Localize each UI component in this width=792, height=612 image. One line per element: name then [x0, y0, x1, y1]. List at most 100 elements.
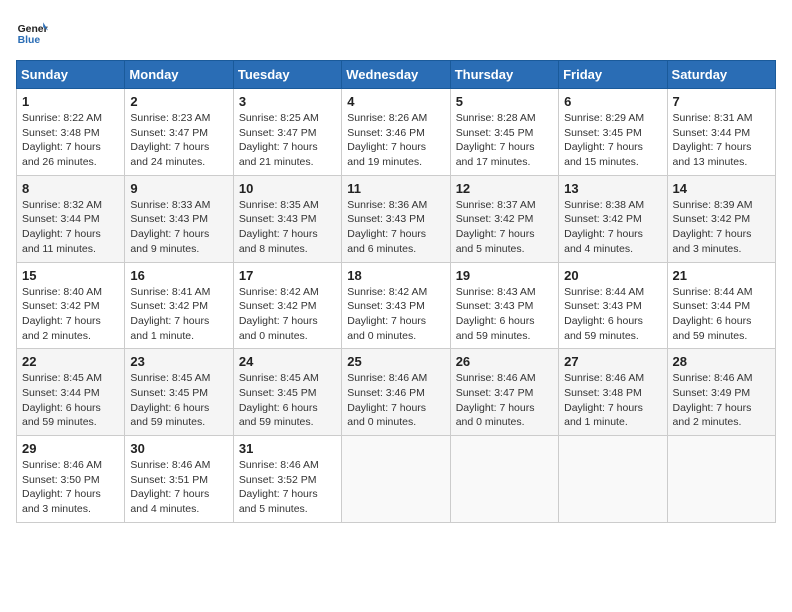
- day-info: Sunrise: 8:33 AM Sunset: 3:43 PM Dayligh…: [130, 198, 227, 257]
- page-header: General Blue: [16, 16, 776, 48]
- calendar-day-cell: 20 Sunrise: 8:44 AM Sunset: 3:43 PM Dayli…: [559, 262, 667, 349]
- day-info: Sunrise: 8:25 AM Sunset: 3:47 PM Dayligh…: [239, 111, 336, 170]
- calendar-header-friday: Friday: [559, 61, 667, 89]
- calendar-day-cell: [450, 436, 558, 523]
- calendar-header-row: SundayMondayTuesdayWednesdayThursdayFrid…: [17, 61, 776, 89]
- day-number: 5: [456, 94, 553, 109]
- calendar-day-cell: 26Sunrise: 8:46 AM Sunset: 3:47 PM Dayli…: [450, 349, 558, 436]
- calendar-day-cell: 14Sunrise: 8:39 AM Sunset: 3:42 PM Dayli…: [667, 175, 775, 262]
- calendar-header-sunday: Sunday: [17, 61, 125, 89]
- calendar-day-cell: 17 Sunrise: 8:42 AM Sunset: 3:42 PM Dayli…: [233, 262, 341, 349]
- calendar-day-cell: 23Sunrise: 8:45 AM Sunset: 3:45 PM Dayli…: [125, 349, 233, 436]
- day-info: Sunrise: 8:23 AM Sunset: 3:47 PM Dayligh…: [130, 111, 227, 170]
- day-info: Sunrise: 8:40 AM Sunset: 3:42 PM Dayligh…: [22, 285, 119, 344]
- calendar-week-row: 15 Sunrise: 8:40 AM Sunset: 3:42 PM Dayli…: [17, 262, 776, 349]
- calendar-day-cell: 25 Sunrise: 8:46 AM Sunset: 3:46 PM Dayli…: [342, 349, 450, 436]
- day-info: Sunrise: 8:46 AM Sunset: 3:51 PM Dayligh…: [130, 458, 227, 517]
- calendar-day-cell: 5 Sunrise: 8:28 AM Sunset: 3:45 PM Daylig…: [450, 89, 558, 176]
- calendar-day-cell: 2 Sunrise: 8:23 AM Sunset: 3:47 PM Daylig…: [125, 89, 233, 176]
- day-info: Sunrise: 8:22 AM Sunset: 3:48 PM Dayligh…: [22, 111, 119, 170]
- day-number: 1: [22, 94, 119, 109]
- day-info: Sunrise: 8:45 AM Sunset: 3:44 PM Dayligh…: [22, 371, 119, 430]
- calendar-day-cell: [559, 436, 667, 523]
- day-number: 17: [239, 268, 336, 283]
- day-number: 18: [347, 268, 444, 283]
- day-info: Sunrise: 8:43 AM Sunset: 3:43 PM Dayligh…: [456, 285, 553, 344]
- calendar-table: SundayMondayTuesdayWednesdayThursdayFrid…: [16, 60, 776, 523]
- day-number: 16: [130, 268, 227, 283]
- day-number: 31: [239, 441, 336, 456]
- calendar-day-cell: 15 Sunrise: 8:40 AM Sunset: 3:42 PM Dayli…: [17, 262, 125, 349]
- day-info: Sunrise: 8:26 AM Sunset: 3:46 PM Dayligh…: [347, 111, 444, 170]
- day-number: 19: [456, 268, 553, 283]
- day-number: 4: [347, 94, 444, 109]
- calendar-day-cell: 24Sunrise: 8:45 AM Sunset: 3:45 PM Dayli…: [233, 349, 341, 436]
- day-info: Sunrise: 8:46 AM Sunset: 3:48 PM Dayligh…: [564, 371, 661, 430]
- calendar-day-cell: 27 Sunrise: 8:46 AM Sunset: 3:48 PM Dayli…: [559, 349, 667, 436]
- calendar-body: 1 Sunrise: 8:22 AM Sunset: 3:48 PM Daylig…: [17, 89, 776, 523]
- calendar-day-cell: 22 Sunrise: 8:45 AM Sunset: 3:44 PM Dayli…: [17, 349, 125, 436]
- calendar-day-cell: 31 Sunrise: 8:46 AM Sunset: 3:52 PM Dayli…: [233, 436, 341, 523]
- day-info: Sunrise: 8:46 AM Sunset: 3:47 PM Dayligh…: [456, 371, 553, 430]
- day-info: Sunrise: 8:39 AM Sunset: 3:42 PM Dayligh…: [673, 198, 770, 257]
- day-number: 27: [564, 354, 661, 369]
- calendar-day-cell: 29Sunrise: 8:46 AM Sunset: 3:50 PM Dayli…: [17, 436, 125, 523]
- calendar-day-cell: [667, 436, 775, 523]
- day-info: Sunrise: 8:35 AM Sunset: 3:43 PM Dayligh…: [239, 198, 336, 257]
- calendar-header-wednesday: Wednesday: [342, 61, 450, 89]
- day-info: Sunrise: 8:37 AM Sunset: 3:42 PM Dayligh…: [456, 198, 553, 257]
- day-number: 12: [456, 181, 553, 196]
- day-info: Sunrise: 8:45 AM Sunset: 3:45 PM Dayligh…: [239, 371, 336, 430]
- day-number: 9: [130, 181, 227, 196]
- day-number: 2: [130, 94, 227, 109]
- day-info: Sunrise: 8:46 AM Sunset: 3:50 PM Dayligh…: [22, 458, 119, 517]
- calendar-day-cell: 13 Sunrise: 8:38 AM Sunset: 3:42 PM Dayli…: [559, 175, 667, 262]
- calendar-day-cell: 30 Sunrise: 8:46 AM Sunset: 3:51 PM Dayli…: [125, 436, 233, 523]
- day-info: Sunrise: 8:42 AM Sunset: 3:42 PM Dayligh…: [239, 285, 336, 344]
- day-info: Sunrise: 8:36 AM Sunset: 3:43 PM Dayligh…: [347, 198, 444, 257]
- calendar-day-cell: 1 Sunrise: 8:22 AM Sunset: 3:48 PM Daylig…: [17, 89, 125, 176]
- day-number: 13: [564, 181, 661, 196]
- day-info: Sunrise: 8:46 AM Sunset: 3:46 PM Dayligh…: [347, 371, 444, 430]
- day-info: Sunrise: 8:44 AM Sunset: 3:44 PM Dayligh…: [673, 285, 770, 344]
- day-number: 21: [673, 268, 770, 283]
- day-number: 25: [347, 354, 444, 369]
- day-info: Sunrise: 8:41 AM Sunset: 3:42 PM Dayligh…: [130, 285, 227, 344]
- calendar-day-cell: 7 Sunrise: 8:31 AM Sunset: 3:44 PM Daylig…: [667, 89, 775, 176]
- day-info: Sunrise: 8:46 AM Sunset: 3:49 PM Dayligh…: [673, 371, 770, 430]
- day-number: 8: [22, 181, 119, 196]
- day-number: 7: [673, 94, 770, 109]
- calendar-day-cell: 12 Sunrise: 8:37 AM Sunset: 3:42 PM Dayli…: [450, 175, 558, 262]
- calendar-header-monday: Monday: [125, 61, 233, 89]
- calendar-day-cell: 3Sunrise: 8:25 AM Sunset: 3:47 PM Daylig…: [233, 89, 341, 176]
- day-number: 15: [22, 268, 119, 283]
- calendar-day-cell: 11 Sunrise: 8:36 AM Sunset: 3:43 PM Dayli…: [342, 175, 450, 262]
- day-info: Sunrise: 8:46 AM Sunset: 3:52 PM Dayligh…: [239, 458, 336, 517]
- day-number: 30: [130, 441, 227, 456]
- calendar-week-row: 8Sunrise: 8:32 AM Sunset: 3:44 PM Daylig…: [17, 175, 776, 262]
- calendar-week-row: 29Sunrise: 8:46 AM Sunset: 3:50 PM Dayli…: [17, 436, 776, 523]
- day-number: 10: [239, 181, 336, 196]
- logo: General Blue: [16, 16, 48, 48]
- day-number: 28: [673, 354, 770, 369]
- svg-text:Blue: Blue: [18, 35, 41, 46]
- day-number: 22: [22, 354, 119, 369]
- day-info: Sunrise: 8:31 AM Sunset: 3:44 PM Dayligh…: [673, 111, 770, 170]
- calendar-header-tuesday: Tuesday: [233, 61, 341, 89]
- day-info: Sunrise: 8:44 AM Sunset: 3:43 PM Dayligh…: [564, 285, 661, 344]
- day-info: Sunrise: 8:38 AM Sunset: 3:42 PM Dayligh…: [564, 198, 661, 257]
- day-number: 11: [347, 181, 444, 196]
- logo-icon: General Blue: [16, 16, 48, 48]
- calendar-day-cell: 16 Sunrise: 8:41 AM Sunset: 3:42 PM Dayli…: [125, 262, 233, 349]
- day-number: 23: [130, 354, 227, 369]
- day-number: 20: [564, 268, 661, 283]
- calendar-day-cell: 19 Sunrise: 8:43 AM Sunset: 3:43 PM Dayli…: [450, 262, 558, 349]
- calendar-day-cell: 18 Sunrise: 8:42 AM Sunset: 3:43 PM Dayli…: [342, 262, 450, 349]
- day-info: Sunrise: 8:28 AM Sunset: 3:45 PM Dayligh…: [456, 111, 553, 170]
- day-info: Sunrise: 8:29 AM Sunset: 3:45 PM Dayligh…: [564, 111, 661, 170]
- day-info: Sunrise: 8:42 AM Sunset: 3:43 PM Dayligh…: [347, 285, 444, 344]
- calendar-day-cell: [342, 436, 450, 523]
- calendar-header-saturday: Saturday: [667, 61, 775, 89]
- day-number: 6: [564, 94, 661, 109]
- calendar-day-cell: 28 Sunrise: 8:46 AM Sunset: 3:49 PM Dayli…: [667, 349, 775, 436]
